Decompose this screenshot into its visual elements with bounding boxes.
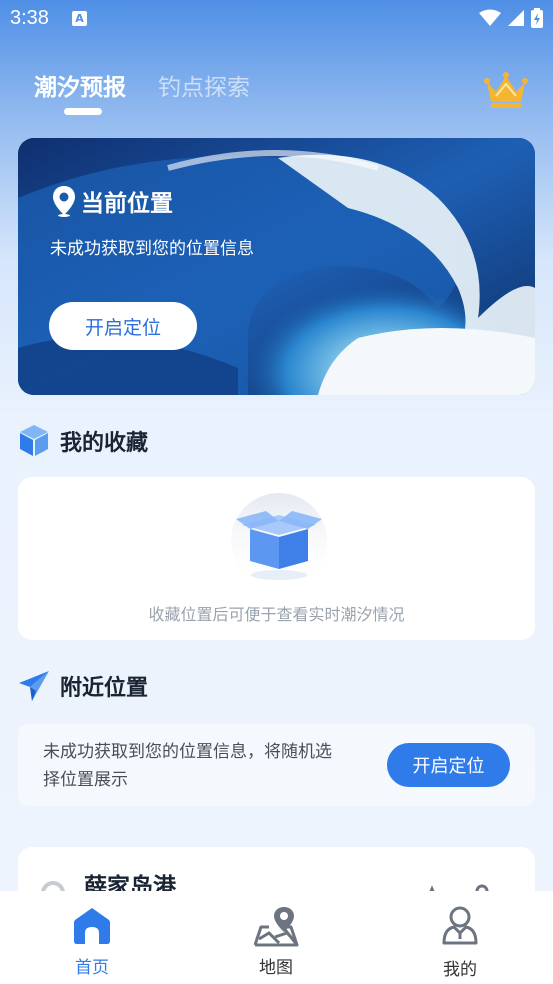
hero-subtitle: 未成功获取到您的位置信息: [50, 239, 254, 259]
wifi-icon: [479, 9, 501, 26]
tab-fishing-spots[interactable]: 钓点探索: [158, 68, 250, 102]
notification-a-icon: A: [72, 11, 87, 26]
favorites-empty-text: 收藏位置后可便于查看实时潮汐情况: [148, 605, 405, 624]
nearby-header: 附近位置: [18, 670, 148, 702]
favorites-title: 我的收藏: [60, 431, 149, 456]
empty-box-icon: [231, 493, 327, 586]
nav-profile[interactable]: 我的: [400, 891, 520, 984]
nav-map[interactable]: 地图: [216, 891, 336, 984]
nav-home[interactable]: 首页: [32, 891, 152, 984]
wave-illustration: [18, 138, 535, 395]
current-location-card: 当前位置 未成功获取到您的位置信息 开启定位: [18, 138, 535, 395]
nearby-enable-location-button[interactable]: 开启定位: [387, 743, 510, 787]
nav-profile-label: 我的: [443, 960, 477, 980]
status-bar: 3:38 A: [0, 0, 553, 38]
location-pin-icon: [53, 186, 75, 217]
signal-icon: [508, 10, 524, 26]
nearby-title: 附近位置: [60, 676, 149, 701]
bottom-nav: 首页 地图 我的: [0, 891, 553, 984]
crown-vip-icon[interactable]: [484, 70, 528, 110]
paper-plane-icon: [19, 671, 49, 701]
cube-icon: [20, 425, 48, 456]
nav-home-label: 首页: [75, 958, 109, 978]
battery-icon: [531, 8, 543, 28]
enable-location-button[interactable]: 开启定位: [49, 302, 197, 350]
map-icon: [253, 907, 299, 947]
favorites-header: 我的收藏: [18, 424, 148, 458]
tab-tide-forecast[interactable]: 潮汐预报: [34, 68, 126, 102]
favorites-card: 收藏位置后可便于查看实时潮汐情况: [18, 477, 535, 640]
nearby-message: 未成功获取到您的位置信息，将随机选择位置展示: [43, 742, 332, 790]
tab-indicator: [64, 108, 102, 115]
status-icons: [479, 8, 543, 28]
user-icon: [442, 906, 478, 945]
status-time: 3:38: [10, 7, 49, 29]
hero-title-group: 当前位置: [51, 184, 173, 218]
nav-map-label: 地图: [259, 958, 293, 978]
home-icon: [74, 908, 110, 944]
top-tabs: 潮汐预报 钓点探索: [34, 68, 250, 102]
hero-title: 当前位置: [81, 191, 173, 217]
nearby-card: 未成功获取到您的位置信息，将随机选择位置展示 开启定位: [18, 724, 535, 806]
